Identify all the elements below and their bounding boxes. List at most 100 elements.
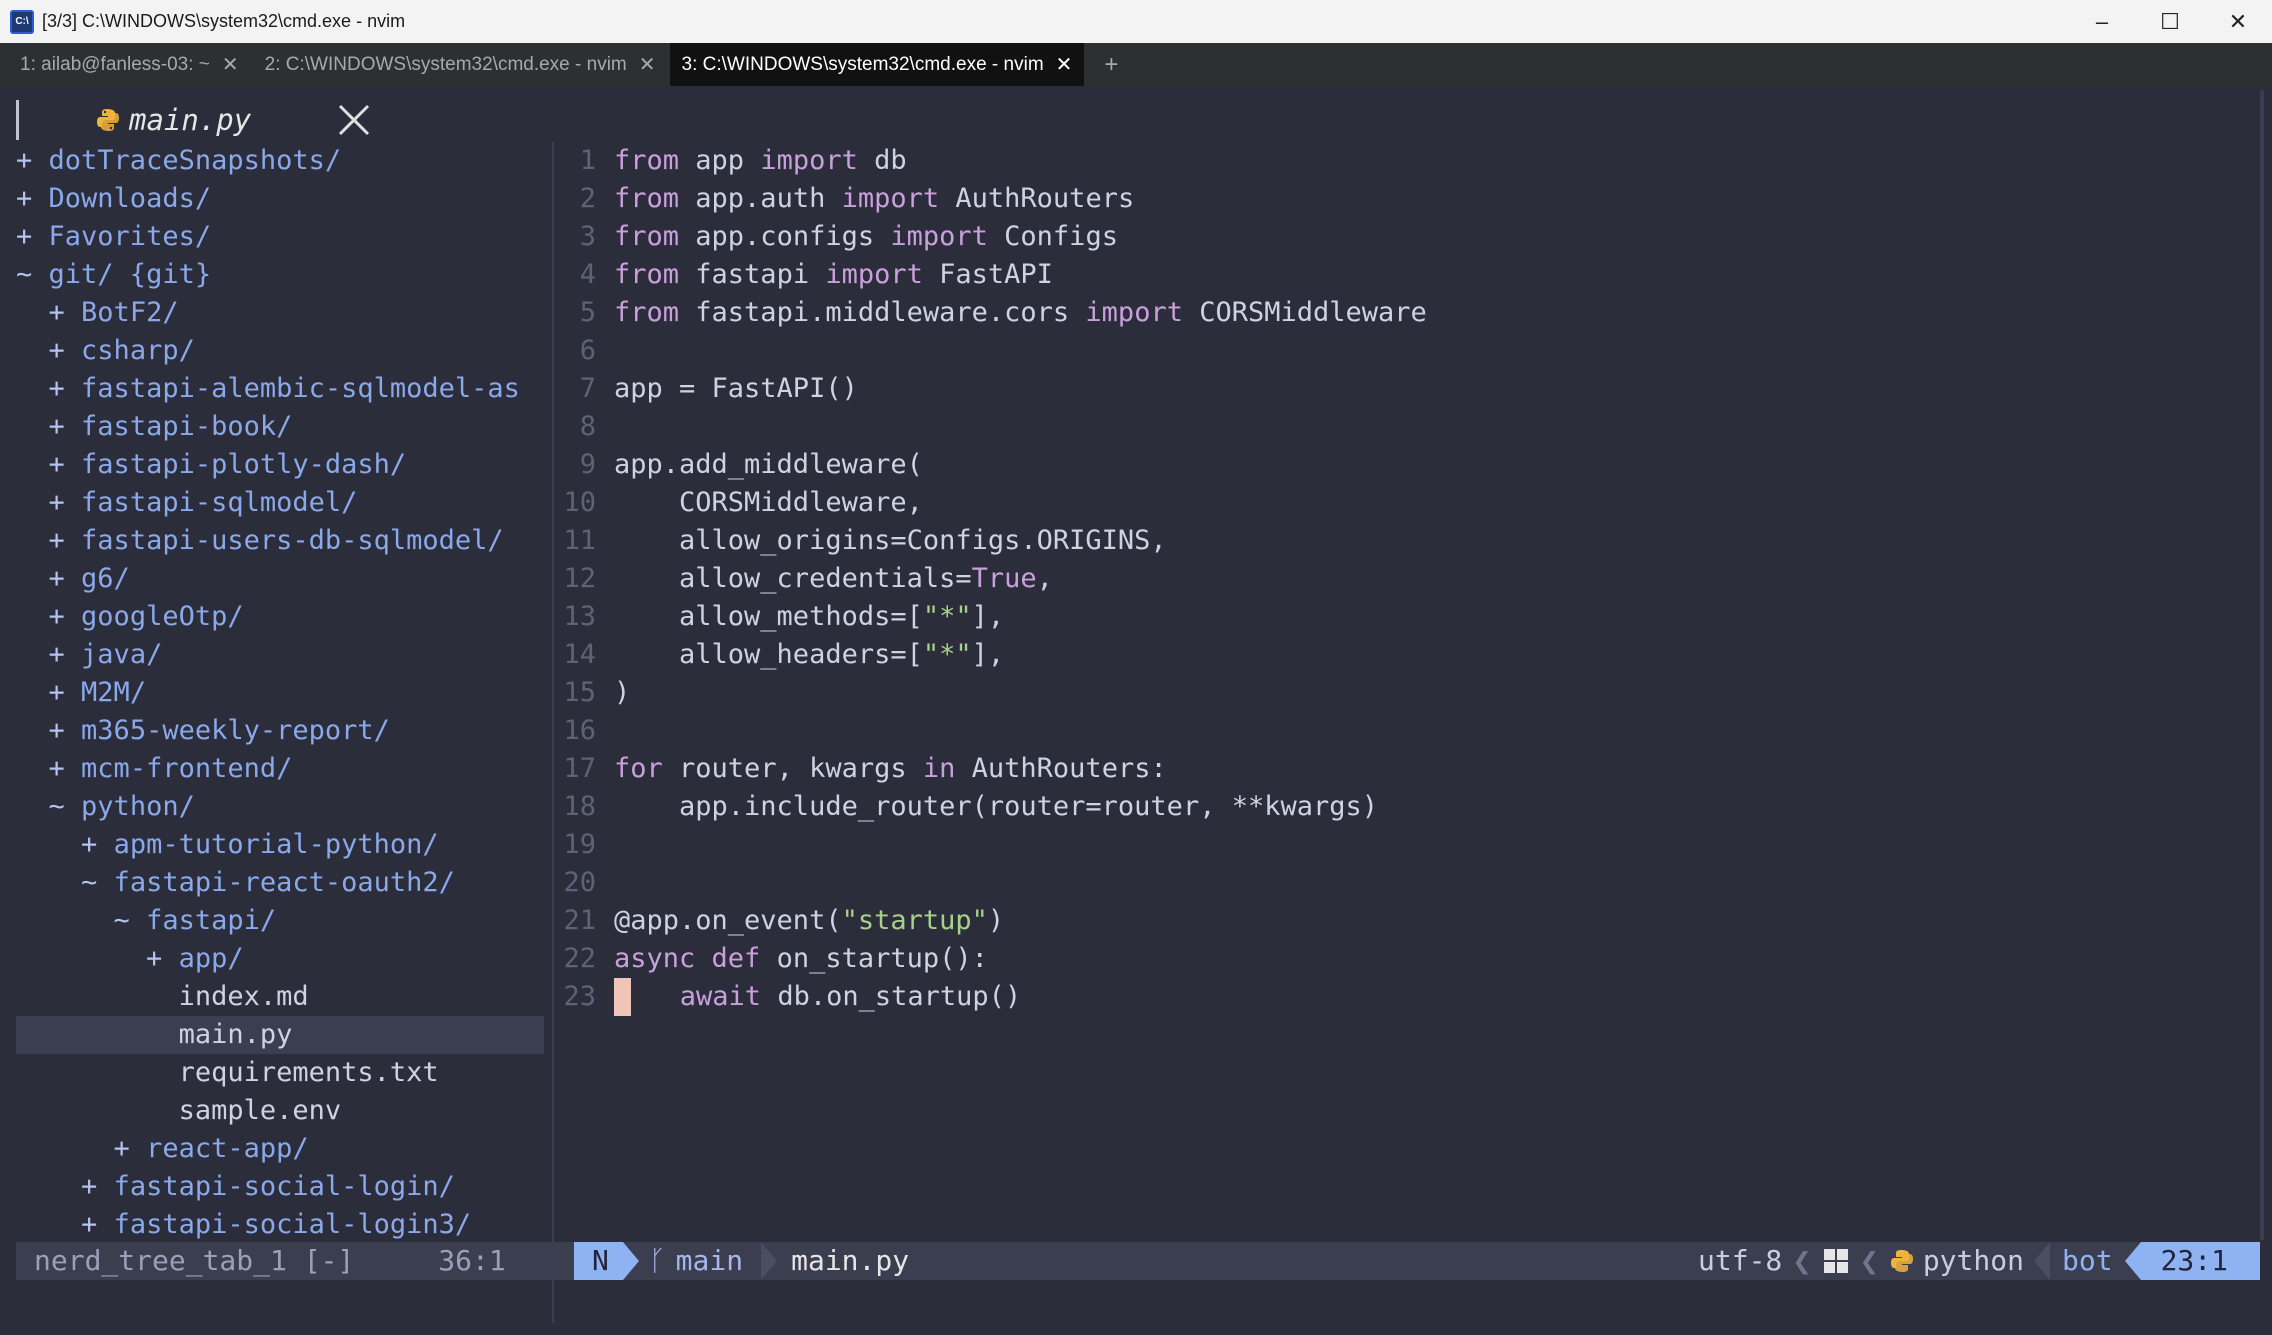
code-line[interactable]: 3 from app.configs import Configs <box>554 218 2254 256</box>
minimize-button[interactable]: – <box>2068 0 2136 43</box>
code-line[interactable]: 22 async def on_startup(): <box>554 940 2254 978</box>
tree-toggle-marker[interactable]: + <box>49 753 65 784</box>
tab-close-icon[interactable]: ✕ <box>1056 52 1073 77</box>
code-line[interactable]: 11 allow_origins=Configs.ORIGINS, <box>554 522 2254 560</box>
tree-toggle-marker[interactable]: + <box>81 1171 97 1202</box>
tree-dir-item[interactable]: + M2M/ <box>16 674 544 712</box>
tab-3[interactable]: 3: C:\WINDOWS\system32\cmd.exe - nvim ✕ <box>669 43 1085 86</box>
tree-dir-item[interactable]: + Favorites/ <box>16 218 544 256</box>
tree-toggle-marker[interactable]: ~ <box>16 259 32 290</box>
tree-dir-item[interactable]: + fastapi-social-login3/ <box>16 1206 544 1244</box>
code-line[interactable]: 10 CORSMiddleware, <box>554 484 2254 522</box>
tree-toggle-marker[interactable]: + <box>49 563 65 594</box>
tree-file-item[interactable]: sample.env <box>16 1092 544 1130</box>
tree-toggle-marker[interactable]: + <box>49 525 65 556</box>
code-line[interactable]: 15) <box>554 674 2254 712</box>
tree-dir-item[interactable]: + dotTraceSnapshots/ <box>16 142 544 180</box>
tree-toggle-marker[interactable]: + <box>49 487 65 518</box>
tree-toggle-marker[interactable]: ~ <box>49 791 65 822</box>
tree-dir-item[interactable]: + fastapi-alembic-sqlmodel-as <box>16 370 544 408</box>
tree-toggle-marker[interactable]: + <box>49 449 65 480</box>
tree-item-label: fastapi-alembic-sqlmodel-as <box>81 373 520 404</box>
tree-toggle-marker[interactable]: + <box>146 943 162 974</box>
tree-dir-item[interactable]: ~ fastapi/ <box>16 902 544 940</box>
tree-dir-item[interactable]: ~ fastapi-react-oauth2/ <box>16 864 544 902</box>
tree-dir-item[interactable]: + fastapi-social-login/ <box>16 1168 544 1206</box>
tree-toggle-marker[interactable]: ~ <box>114 905 130 936</box>
code-line[interactable]: 13 allow_methods=["*"], <box>554 598 2254 636</box>
tree-dir-item[interactable]: + g6/ <box>16 560 544 598</box>
close-icon[interactable] <box>336 102 372 138</box>
tree-file-item[interactable]: requirements.txt <box>16 1054 544 1092</box>
code-line[interactable]: 6 <box>554 332 2254 370</box>
editor-tab-title[interactable]: main.py <box>129 101 251 139</box>
code-text: @app.on_event("startup") <box>614 902 1004 940</box>
code-line[interactable]: 12 allow_credentials=True, <box>554 560 2254 598</box>
tab-1[interactable]: 1: ailab@fanless-03: ~ ✕ <box>8 43 251 86</box>
tree-dir-item[interactable]: + mcm-frontend/ <box>16 750 544 788</box>
tab-close-icon[interactable]: ✕ <box>639 52 656 77</box>
code-line[interactable]: 4 from fastapi import FastAPI <box>554 256 2254 294</box>
tree-toggle-marker[interactable]: + <box>16 183 32 214</box>
tab-2[interactable]: 2: C:\WINDOWS\system32\cmd.exe - nvim ✕ <box>253 43 668 86</box>
tree-item-label: fastapi/ <box>146 905 277 936</box>
code-line[interactable]: 21 @app.on_event("startup") <box>554 902 2254 940</box>
tree-dir-item[interactable]: ~ git/ {git} <box>16 256 544 294</box>
tree-toggle-marker[interactable]: + <box>49 411 65 442</box>
code-line[interactable]: 23 await db.on_startup() <box>554 978 2254 1016</box>
tree-toggle-marker[interactable]: + <box>114 1133 130 1164</box>
code-buffer[interactable]: 1 from app import db 2 from app.auth import… <box>554 142 2254 1016</box>
code-line[interactable]: 5 from fastapi.middleware.cors import COR… <box>554 294 2254 332</box>
tree-dir-item[interactable]: + BotF2/ <box>16 294 544 332</box>
tree-toggle-marker[interactable]: + <box>49 677 65 708</box>
tree-toggle-marker[interactable]: ~ <box>81 867 97 898</box>
tree-toggle-marker[interactable]: + <box>81 829 97 860</box>
tab-close-icon[interactable]: ✕ <box>222 52 239 77</box>
tree-toggle-marker[interactable]: + <box>81 1209 97 1240</box>
tree-dir-item[interactable]: + fastapi-book/ <box>16 408 544 446</box>
tree-dir-item[interactable]: + apm-tutorial-python/ <box>16 826 544 864</box>
code-line[interactable]: 18 app.include_router(router=router, **k… <box>554 788 2254 826</box>
new-tab-button[interactable]: + <box>1086 43 1136 86</box>
tree-toggle-marker[interactable]: + <box>49 373 65 404</box>
close-button[interactable]: ✕ <box>2204 0 2272 43</box>
tree-dir-item[interactable]: + fastapi-users-db-sqlmodel/ <box>16 522 544 560</box>
code-line[interactable]: 8 <box>554 408 2254 446</box>
tree-dir-item[interactable]: + Downloads/ <box>16 180 544 218</box>
code-line[interactable]: 9 app.add_middleware( <box>554 446 2254 484</box>
code-line[interactable]: 17 for router, kwargs in AuthRouters: <box>554 750 2254 788</box>
tree-dir-item[interactable]: + m365-weekly-report/ <box>16 712 544 750</box>
tree-toggle-marker[interactable]: + <box>49 601 65 632</box>
tree-toggle-marker[interactable]: + <box>16 221 32 252</box>
maximize-button[interactable]: ☐ <box>2136 0 2204 43</box>
tree-dir-item[interactable]: + app/ <box>16 940 544 978</box>
tree-dir-item[interactable]: + java/ <box>16 636 544 674</box>
code-line[interactable]: 20 <box>554 864 2254 902</box>
code-line[interactable]: 1 from app import db <box>554 142 2254 180</box>
code-line[interactable]: 2 from app.auth import AuthRouters <box>554 180 2254 218</box>
tree-toggle-marker[interactable]: + <box>49 639 65 670</box>
code-line[interactable]: 16 <box>554 712 2254 750</box>
tree-file-item[interactable]: index.md <box>16 978 544 1016</box>
tree-toggle-marker[interactable]: + <box>49 335 65 366</box>
tree-dir-item[interactable]: + fastapi-sqlmodel/ <box>16 484 544 522</box>
code-line[interactable]: 7 app = FastAPI() <box>554 370 2254 408</box>
file-tree[interactable]: + dotTraceSnapshots/+ Downloads/+ Favori… <box>16 142 544 1244</box>
code-line[interactable]: 19 <box>554 826 2254 864</box>
tree-toggle-marker[interactable]: + <box>49 297 65 328</box>
tree-toggle-marker[interactable]: + <box>49 715 65 746</box>
tree-dir-item[interactable]: ~ python/ <box>16 788 544 826</box>
tree-dir-item[interactable]: + react-app/ <box>16 1130 544 1168</box>
code-line[interactable]: 14 allow_headers=["*"], <box>554 636 2254 674</box>
tree-dir-item[interactable]: + csharp/ <box>16 332 544 370</box>
tree-dir-item[interactable]: + googleOtp/ <box>16 598 544 636</box>
code-token: app <box>679 145 761 176</box>
code-text: allow_origins=Configs.ORIGINS, <box>614 522 1167 560</box>
terminal-area[interactable]: main.py + dotTraceSnapshots/+ Downloads/… <box>0 86 2272 1335</box>
code-token: Configs <box>987 221 1118 252</box>
tree-dir-item[interactable]: + fastapi-plotly-dash/ <box>16 446 544 484</box>
tree-toggle-marker[interactable]: + <box>16 145 32 176</box>
tree-file-item[interactable]: main.py <box>16 1016 544 1054</box>
